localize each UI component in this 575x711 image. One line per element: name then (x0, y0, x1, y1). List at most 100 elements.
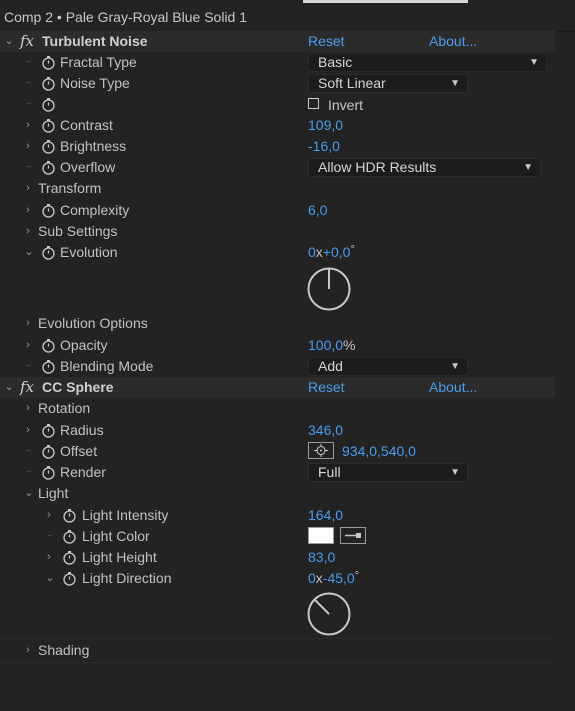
reset-link[interactable]: Reset (308, 33, 345, 49)
blending-mode-dropdown[interactable]: Add ▼ (308, 357, 468, 376)
complexity-value[interactable]: 6,0 (308, 202, 327, 218)
prop-label: Overflow (60, 159, 116, 175)
eyedropper-icon[interactable] (340, 527, 366, 544)
stopwatch-icon[interactable] (41, 245, 56, 260)
opacity-number[interactable]: 100,0 (308, 337, 343, 353)
stopwatch-icon[interactable] (41, 423, 56, 438)
revolutions-value[interactable]: 0 (308, 244, 316, 260)
stopwatch-icon[interactable] (41, 97, 56, 112)
evolution-angle-dial[interactable] (306, 266, 352, 315)
stopwatch-icon[interactable] (62, 550, 77, 565)
brightness-value[interactable]: -16,0 (308, 138, 340, 154)
chevron-down-icon[interactable]: ⌄ (4, 34, 14, 48)
chevron-right-icon[interactable]: › (44, 550, 54, 564)
opacity-value[interactable]: 100,0% (308, 337, 356, 353)
group-label[interactable]: Transform (38, 180, 101, 196)
degrees-value[interactable]: -45,0 (323, 570, 355, 586)
dropdown-value: Basic (318, 54, 353, 70)
chevron-right-icon[interactable]: › (44, 508, 54, 522)
vertical-scrollbar[interactable] (555, 32, 575, 711)
x-separator: x (315, 570, 323, 586)
stopwatch-icon[interactable] (41, 139, 56, 154)
evolution-value[interactable]: 0x+0,0° (308, 244, 355, 260)
invert-checkbox[interactable] (308, 98, 319, 109)
offset-value[interactable]: 934,0,540,0 (342, 443, 416, 459)
stopwatch-icon[interactable] (41, 444, 56, 459)
chevron-down-icon: ▼ (523, 162, 533, 173)
crosshair-target-icon[interactable] (308, 442, 334, 459)
render-dropdown[interactable]: Full ▼ (308, 463, 468, 482)
group-label[interactable]: Sub Settings (38, 223, 117, 239)
light-height-value[interactable]: 83,0 (308, 549, 335, 565)
indent-dots: ·· (26, 445, 32, 456)
chevron-right-icon[interactable]: › (23, 139, 33, 153)
radius-value[interactable]: 346,0 (308, 422, 343, 438)
chevron-down-icon[interactable]: ⌄ (24, 486, 34, 500)
stopwatch-icon[interactable] (62, 529, 77, 544)
noise-type-dropdown[interactable]: Soft Linear ▼ (308, 74, 468, 93)
percent-unit: % (343, 337, 356, 353)
horizontal-scrollbar[interactable] (303, 0, 468, 3)
chevron-down-icon[interactable]: ⌄ (24, 245, 34, 259)
group-label[interactable]: Light (38, 485, 68, 501)
chevron-right-icon[interactable]: › (23, 118, 33, 132)
reset-link[interactable]: Reset (308, 379, 345, 395)
degree-symbol: ° (354, 570, 360, 582)
light-direction-value[interactable]: 0x-45,0° (308, 570, 359, 586)
stopwatch-icon[interactable] (41, 76, 56, 91)
prop-row-invert: ·· Invert (0, 94, 555, 115)
prop-label: Render (60, 464, 106, 480)
light-intensity-value[interactable]: 164,0 (308, 507, 343, 523)
indent-dots: ·· (47, 530, 53, 541)
prop-label: Radius (60, 422, 104, 438)
stopwatch-icon[interactable] (41, 55, 56, 70)
fractal-type-dropdown[interactable]: Basic ▼ (308, 53, 547, 72)
chevron-right-icon[interactable]: › (23, 401, 33, 415)
chevron-down-icon[interactable]: ⌄ (45, 571, 55, 585)
overflow-dropdown[interactable]: Allow HDR Results ▼ (308, 158, 541, 177)
chevron-right-icon[interactable]: › (23, 181, 33, 195)
group-label[interactable]: Shading (38, 642, 89, 658)
about-link[interactable]: About... (429, 379, 477, 395)
revolutions-value[interactable]: 0 (308, 570, 316, 586)
prop-label: Light Intensity (82, 507, 169, 523)
prop-row-light-intensity: › Light Intensity 164,0 (0, 505, 555, 526)
group-label[interactable]: Rotation (38, 400, 90, 416)
group-label[interactable]: Evolution Options (38, 315, 148, 331)
prop-row-light-direction: ⌄ Light Direction 0x-45,0° (0, 568, 555, 589)
about-link[interactable]: About... (429, 33, 477, 49)
chevron-right-icon[interactable]: › (23, 224, 33, 238)
prop-label: Complexity (60, 202, 130, 218)
prop-row-noise-type: ·· Noise Type Soft Linear ▼ (0, 73, 555, 94)
stopwatch-icon[interactable] (62, 571, 77, 586)
light-direction-angle-dial[interactable] (306, 591, 352, 640)
stopwatch-icon[interactable] (41, 203, 56, 218)
light-color-swatch[interactable] (308, 527, 334, 544)
fx-icon[interactable]: fx (20, 378, 34, 396)
chevron-down-icon[interactable]: ⌄ (4, 380, 14, 394)
contrast-value[interactable]: 109,0 (308, 117, 343, 133)
dropdown-value: Allow HDR Results (318, 159, 437, 175)
effect-header-turbulent-noise[interactable]: ⌄ fx Turbulent Noise Reset About... (0, 31, 555, 52)
prop-row-light: ⌄ Light (0, 483, 555, 504)
fx-icon[interactable]: fx (20, 32, 34, 50)
degree-symbol: ° (350, 244, 355, 256)
stopwatch-icon[interactable] (62, 508, 77, 523)
chevron-right-icon[interactable]: › (23, 203, 33, 217)
chevron-right-icon[interactable]: › (23, 338, 33, 352)
stopwatch-icon[interactable] (41, 359, 56, 374)
effect-header-cc-sphere[interactable]: ⌄ fx CC Sphere Reset About... (0, 377, 555, 398)
stopwatch-icon[interactable] (41, 160, 56, 175)
chevron-right-icon[interactable]: › (23, 423, 33, 437)
chevron-right-icon[interactable]: › (23, 643, 33, 657)
degrees-value[interactable]: +0,0 (323, 244, 351, 260)
prop-row-overflow: ·· Overflow Allow HDR Results ▼ (0, 157, 555, 178)
stopwatch-icon[interactable] (41, 118, 56, 133)
chevron-down-icon: ▼ (529, 57, 539, 68)
prop-row-offset: ·· Offset 934,0,540,0 (0, 441, 555, 462)
chevron-right-icon[interactable]: › (23, 316, 33, 330)
stopwatch-icon[interactable] (41, 338, 56, 353)
stopwatch-icon[interactable] (41, 465, 56, 480)
prop-row-light-color: ·· Light Color (0, 526, 555, 547)
indent-dots: ·· (26, 161, 32, 172)
